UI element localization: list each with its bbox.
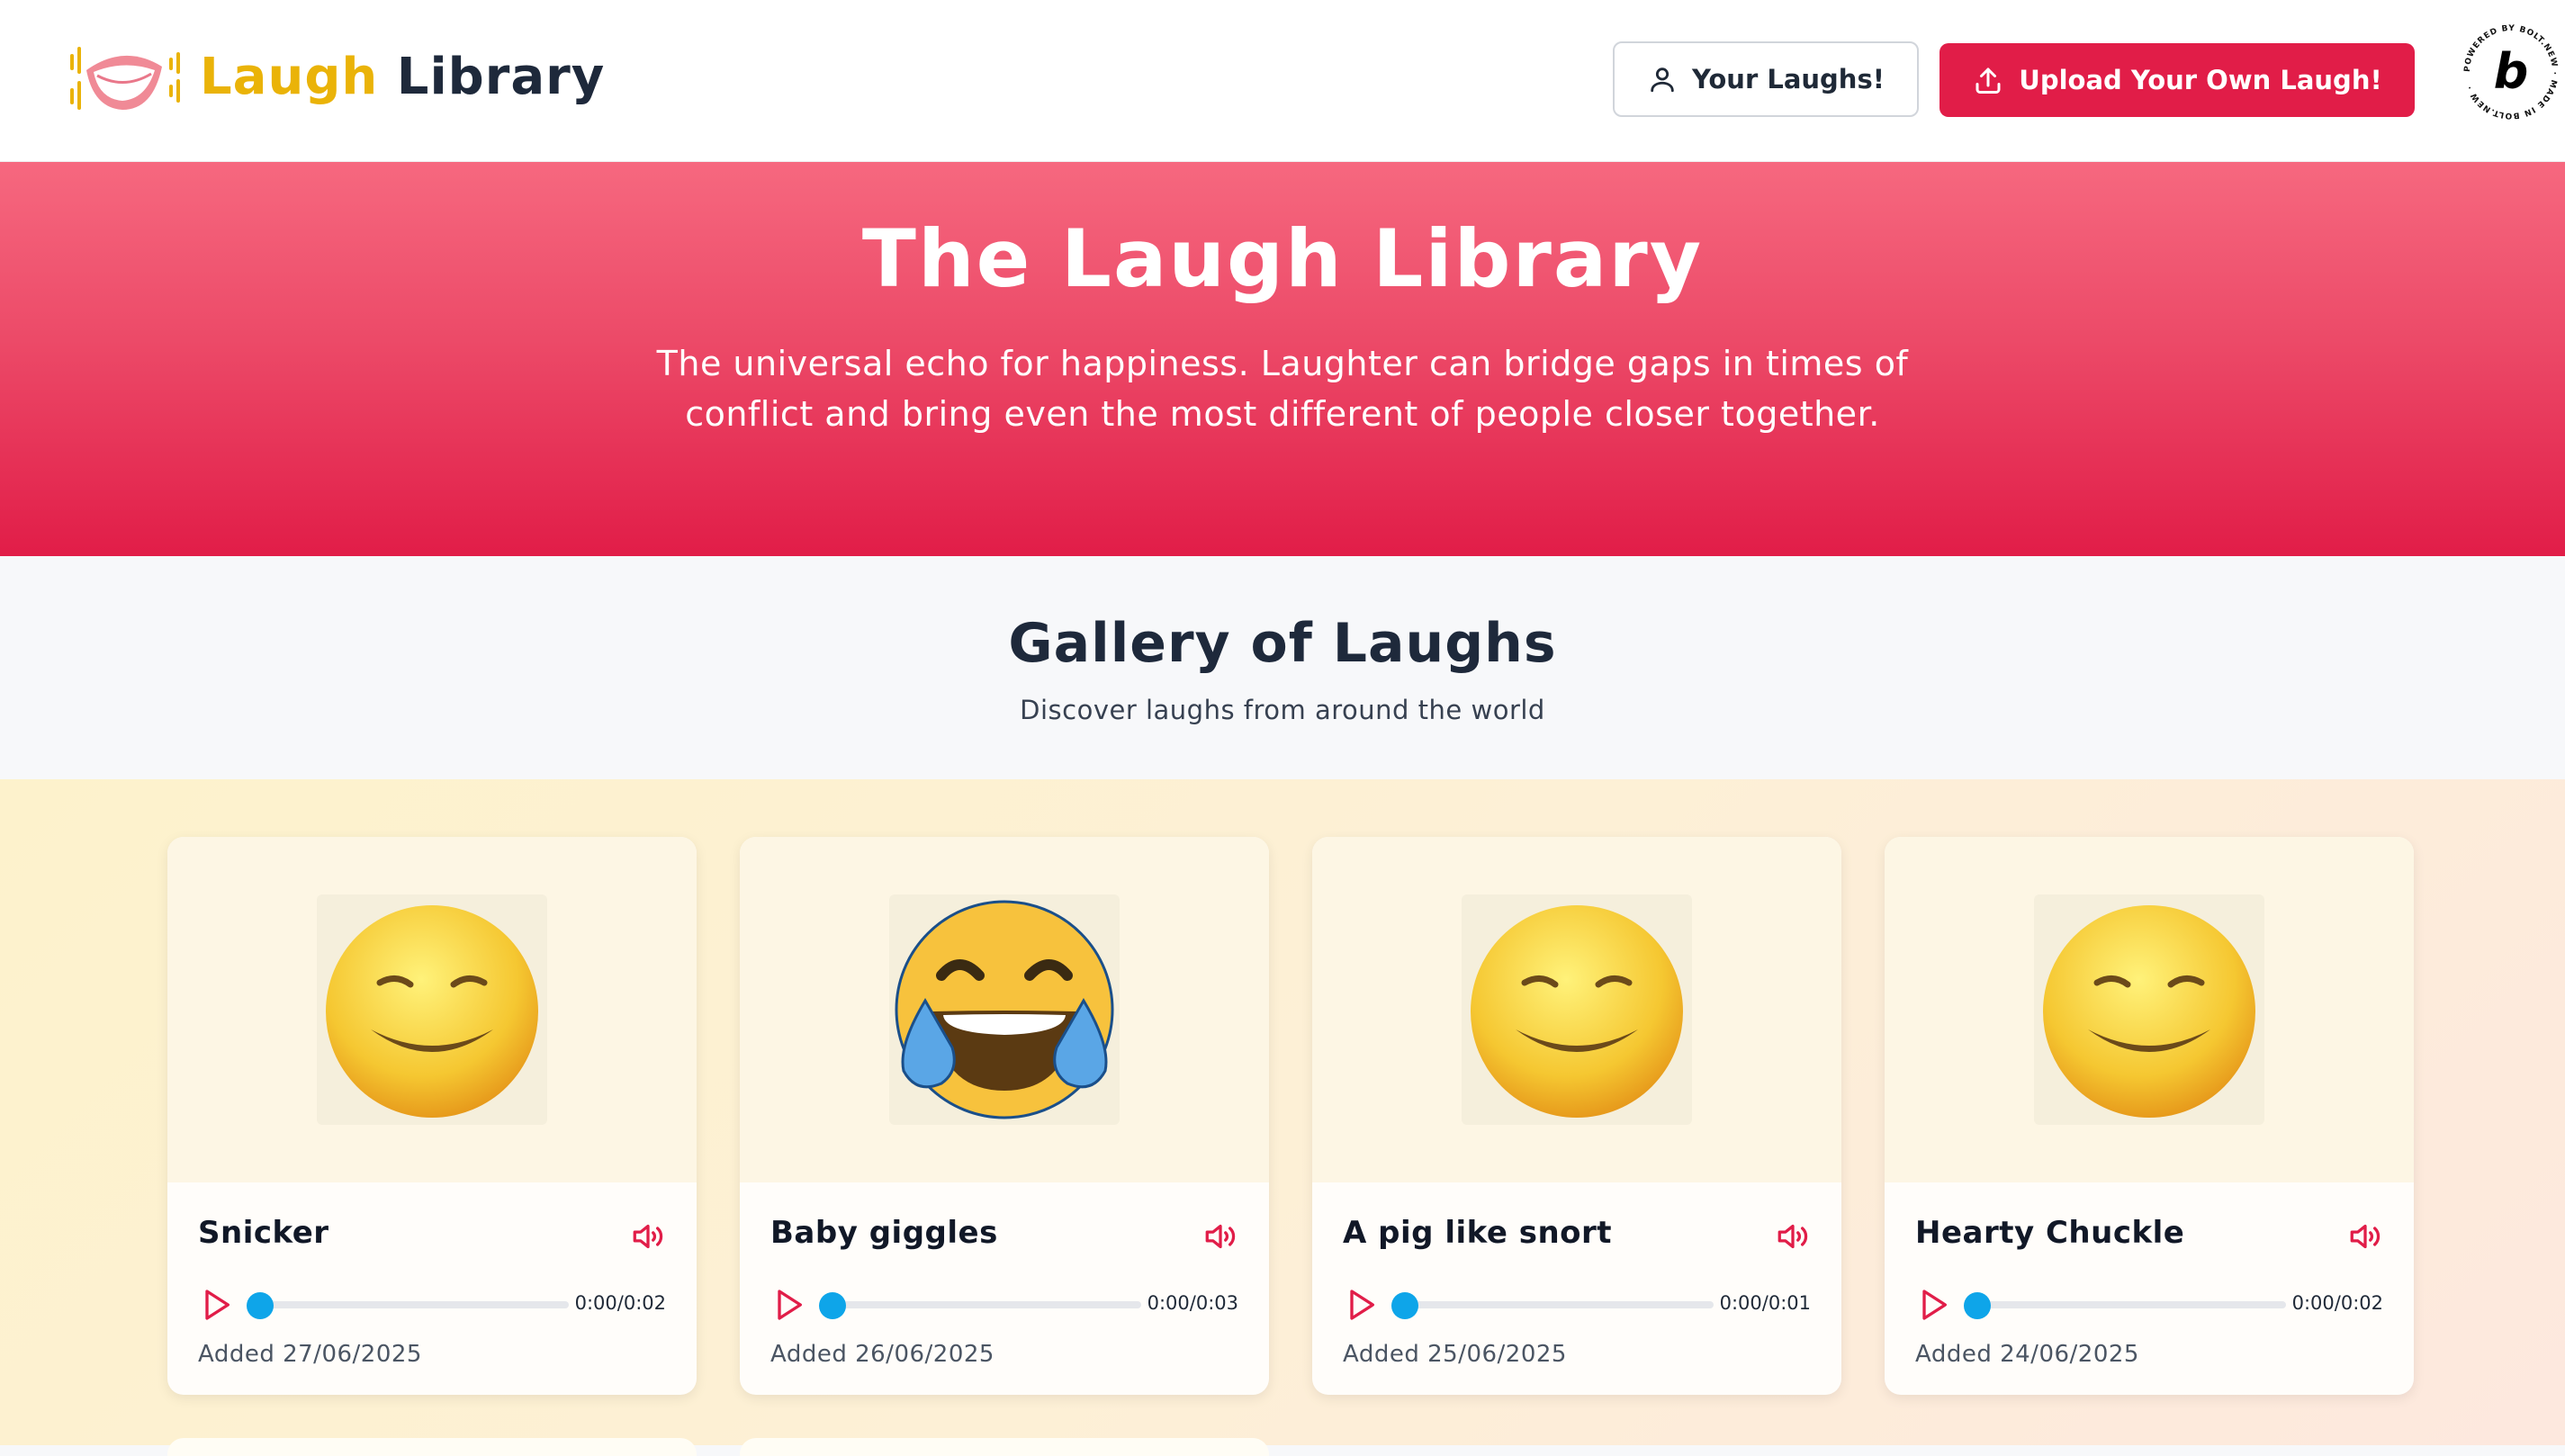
card-title: Hearty Chuckle xyxy=(1915,1215,2185,1251)
your-laughs-button[interactable]: Your Laughs! xyxy=(1613,41,1919,117)
hero-banner: The Laugh Library The universal echo for… xyxy=(0,162,2565,556)
card-emoji xyxy=(889,894,1120,1125)
audio-progress-track[interactable] xyxy=(821,1301,1141,1308)
site-header: Laugh Library Your Laughs! Upload Your O… xyxy=(0,0,2565,162)
card-image-area xyxy=(1885,837,2414,1182)
user-icon xyxy=(1651,67,1674,93)
laugh-card-peek xyxy=(740,1438,1269,1456)
volume-icon[interactable] xyxy=(1202,1220,1238,1253)
card-added-date: Added 26/06/2025 xyxy=(770,1341,994,1368)
audio-progress-knob[interactable] xyxy=(247,1292,274,1319)
audio-progress-track[interactable] xyxy=(1966,1301,2286,1308)
laugh-gallery: Snicker 0:00/0:02 Added 27/06/2025 Baby … xyxy=(0,779,2565,1445)
card-title: Baby giggles xyxy=(770,1215,998,1251)
upload-label: Upload Your Own Laugh! xyxy=(2019,65,2382,95)
audio-progress-track[interactable] xyxy=(248,1301,569,1308)
smiling-face-icon xyxy=(2043,905,2255,1118)
card-title: A pig like snort xyxy=(1343,1215,1613,1251)
volume-icon[interactable] xyxy=(630,1220,666,1253)
laugh-card: Hearty Chuckle 0:00/0:02 Added 24/06/202… xyxy=(1885,837,2414,1395)
card-emoji xyxy=(1462,894,1692,1125)
svg-text:b: b xyxy=(2494,43,2529,100)
audio-progress-knob[interactable] xyxy=(1964,1292,1991,1319)
laugh-card-peek xyxy=(167,1438,697,1456)
laugh-card: Baby giggles 0:00/0:03 Added 26/06/2025 xyxy=(740,837,1269,1395)
smiling-face-icon xyxy=(326,905,538,1118)
logo-word-library: Library xyxy=(396,47,606,106)
play-button[interactable] xyxy=(1343,1287,1379,1323)
card-image-area xyxy=(167,837,697,1182)
your-laughs-label: Your Laughs! xyxy=(1692,64,1885,94)
volume-icon[interactable] xyxy=(1775,1220,1811,1253)
hero-subtitle: The universal echo for happiness. Laught… xyxy=(656,344,1909,434)
audio-progress-track[interactable] xyxy=(1393,1301,1714,1308)
audio-time: 0:00/0:02 xyxy=(2291,1292,2383,1314)
audio-time: 0:00/0:03 xyxy=(1147,1292,1238,1314)
gallery-subtitle: Discover laughs from around the world xyxy=(1020,695,1545,725)
card-added-date: Added 24/06/2025 xyxy=(1915,1341,2139,1368)
gallery-header: Gallery of Laughs Discover laughs from a… xyxy=(0,556,2565,779)
card-title: Snicker xyxy=(198,1215,329,1251)
laugh-card: Snicker 0:00/0:02 Added 27/06/2025 xyxy=(167,837,697,1395)
card-emoji xyxy=(317,894,547,1125)
play-button[interactable] xyxy=(1915,1287,1951,1323)
card-added-date: Added 25/06/2025 xyxy=(1343,1341,1567,1368)
hero-title: The Laugh Library xyxy=(861,212,1704,305)
volume-icon[interactable] xyxy=(2347,1220,2383,1253)
audio-progress-knob[interactable] xyxy=(1391,1292,1418,1319)
logo-text: Laugh Library xyxy=(200,48,605,106)
bolt-badge[interactable]: POWERED BY BOLT.NEW · MADE IN BOLT.NEW ·… xyxy=(2459,20,2563,124)
laughing-mouth-icon xyxy=(70,47,180,110)
card-image-area xyxy=(740,837,1269,1182)
audio-time: 0:00/0:02 xyxy=(574,1292,666,1314)
logo-word-laugh: Laugh xyxy=(200,47,379,106)
logo[interactable]: Laugh Library xyxy=(67,36,605,117)
audio-time: 0:00/0:01 xyxy=(1719,1292,1811,1314)
tears-of-joy-icon xyxy=(895,900,1114,1119)
card-image-area xyxy=(1312,837,1841,1182)
upload-icon xyxy=(1976,67,2001,94)
card-added-date: Added 27/06/2025 xyxy=(198,1341,422,1368)
play-button[interactable] xyxy=(770,1287,806,1323)
audio-progress-knob[interactable] xyxy=(819,1292,846,1319)
smiling-face-icon xyxy=(1471,905,1683,1118)
card-emoji xyxy=(2034,894,2264,1125)
gallery-title: Gallery of Laughs xyxy=(1008,612,1557,675)
laugh-card: A pig like snort 0:00/0:01 Added 25/06/2… xyxy=(1312,837,1841,1395)
play-button[interactable] xyxy=(198,1287,234,1323)
upload-laugh-button[interactable]: Upload Your Own Laugh! xyxy=(1940,43,2415,117)
